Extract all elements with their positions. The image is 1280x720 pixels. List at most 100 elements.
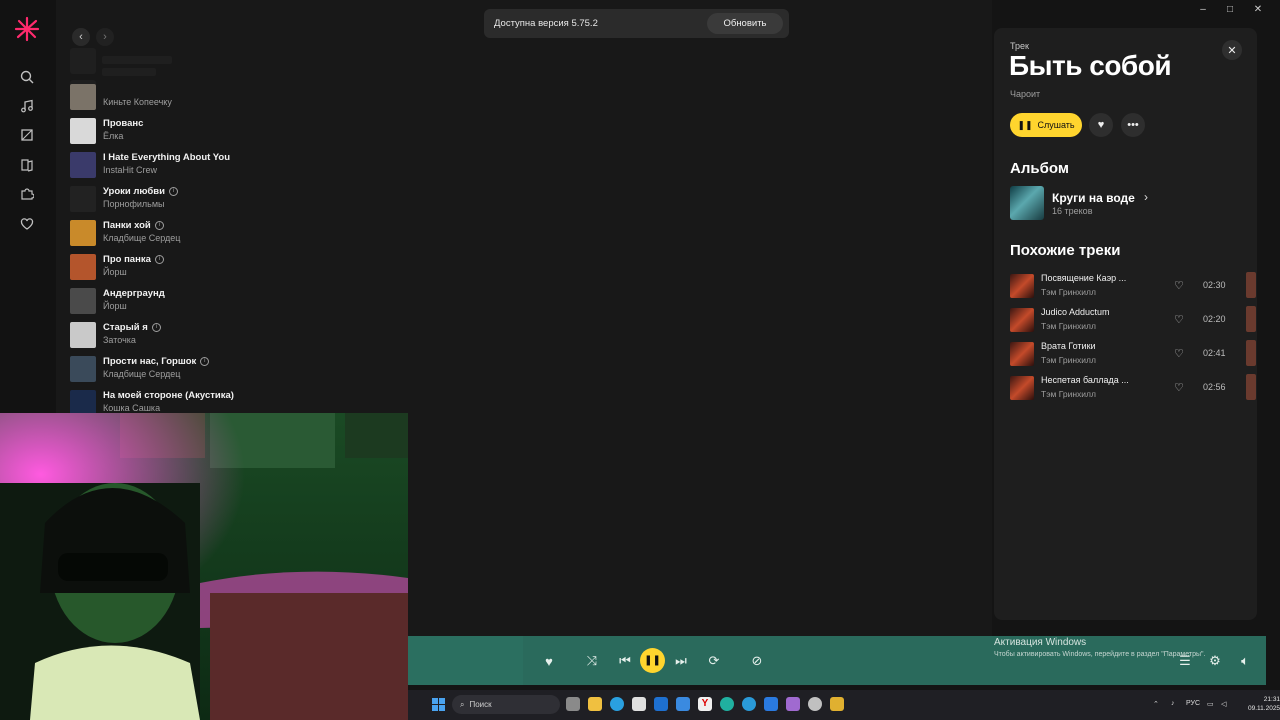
- similar-track-title[interactable]: Врата Готики: [1041, 341, 1096, 351]
- more-button[interactable]: •••: [1121, 113, 1145, 137]
- back-button[interactable]: ‹: [72, 28, 90, 46]
- heart-icon[interactable]: ♡: [1174, 313, 1184, 326]
- info-icon[interactable]: i: [200, 357, 210, 366]
- track-title[interactable]: Прости нас, Горшок i: [103, 356, 210, 367]
- track-title[interactable]: Андерграунд: [103, 288, 165, 299]
- track-title[interactable]: I Hate Everything About You: [103, 152, 230, 163]
- track-artist[interactable]: Порнофильмы: [103, 199, 164, 209]
- similar-track-cover[interactable]: [1010, 308, 1034, 332]
- track-title[interactable]: Прованс: [103, 118, 143, 129]
- similar-track-cover[interactable]: [1010, 274, 1034, 298]
- similar-track-title[interactable]: Посвящение Каэр ...: [1041, 273, 1126, 283]
- track-cover[interactable]: [70, 186, 96, 212]
- track-cover[interactable]: [70, 84, 96, 110]
- minimize-button[interactable]: –: [1196, 4, 1210, 15]
- now-playing-area[interactable]: [408, 636, 523, 685]
- maximize-button[interactable]: □: [1223, 4, 1237, 15]
- close-panel-button[interactable]: ✕: [1222, 40, 1242, 60]
- similar-track-cover[interactable]: [1010, 376, 1034, 400]
- track-artist[interactable]: InstaHit Crew: [103, 165, 157, 175]
- equalizer-icon[interactable]: ⚙: [1206, 652, 1224, 670]
- similar-track-cover[interactable]: [1010, 342, 1034, 366]
- track-artist[interactable]: Ёлка: [103, 131, 123, 141]
- podcast-book-icon[interactable]: [17, 155, 37, 175]
- similar-track-row[interactable]: Judico Adductum Тэм Гринхилл ♡ 02:20: [1010, 306, 1256, 336]
- track-title[interactable]: Панки хой i: [103, 220, 164, 231]
- info-icon[interactable]: i: [154, 255, 164, 264]
- track-row[interactable]: Прованс Ёлка: [70, 114, 390, 148]
- track-cover[interactable]: [70, 254, 96, 280]
- speaker-icon[interactable]: ◁: [1221, 700, 1226, 708]
- store-icon[interactable]: [632, 697, 646, 711]
- track-cover[interactable]: [70, 152, 96, 178]
- track-title[interactable]: Уроки любви i: [103, 186, 178, 197]
- volume-icon[interactable]: 🔈︎: [1236, 652, 1254, 670]
- track-artist[interactable]: Чароит: [1010, 89, 1040, 99]
- similar-track-row[interactable]: Посвящение Каэр ... Тэм Гринхилл ♡ 02:30: [1010, 272, 1256, 302]
- heart-icon[interactable]: ♥: [540, 652, 558, 670]
- track-row[interactable]: Андерграунд Йорш: [70, 284, 390, 318]
- track-artist[interactable]: Йорш: [103, 301, 127, 311]
- previous-icon[interactable]: ⏮: [616, 652, 634, 670]
- track-title[interactable]: Про панка i: [103, 254, 164, 265]
- media-app-icon[interactable]: [764, 697, 778, 711]
- track-row[interactable]: Старый я i Заточка: [70, 318, 390, 352]
- track-cover[interactable]: [70, 288, 96, 314]
- todo-icon[interactable]: [676, 697, 690, 711]
- file-explorer-icon[interactable]: [588, 697, 602, 711]
- track-row[interactable]: Про панка i Йорш: [70, 250, 390, 284]
- similar-track-row[interactable]: Врата Готики Тэм Гринхилл ♡ 02:41: [1010, 340, 1256, 370]
- info-icon[interactable]: i: [151, 323, 161, 332]
- tray-chevron-icon[interactable]: ⌃: [1153, 700, 1159, 708]
- next-icon[interactable]: ⏭: [672, 652, 690, 670]
- track-artist[interactable]: Кладбище Сердец: [103, 369, 180, 379]
- track-artist[interactable]: Йорш: [103, 267, 127, 277]
- mic-icon[interactable]: ♪: [1171, 700, 1175, 707]
- yandex-browser-icon[interactable]: Y: [698, 697, 712, 711]
- similar-track-title[interactable]: Judico Adductum: [1041, 307, 1110, 317]
- track-row[interactable]: Панки хой i Кладбище Сердец: [70, 216, 390, 250]
- settings-icon[interactable]: [808, 697, 822, 711]
- shuffle-icon[interactable]: ⤨: [583, 652, 601, 670]
- track-row[interactable]: Киньте Копеечку: [70, 80, 390, 114]
- search-icon[interactable]: [17, 67, 37, 87]
- heart-icon[interactable]: ♡: [1174, 347, 1184, 360]
- similar-track-artist[interactable]: Тэм Гринхилл: [1041, 355, 1096, 365]
- forward-button[interactable]: ›: [96, 28, 114, 46]
- track-cover[interactable]: [70, 356, 96, 382]
- taskbar-clock[interactable]: 21:31 09.11.2025: [1248, 695, 1280, 713]
- similar-track-row[interactable]: Неспетая баллада ... Тэм Гринхилл ♡ 02:56: [1010, 374, 1256, 404]
- repeat-icon[interactable]: ⟳: [705, 652, 723, 670]
- track-artist[interactable]: Кладбище Сердец: [103, 233, 180, 243]
- track-cover[interactable]: [70, 322, 96, 348]
- puzzle-icon[interactable]: [17, 184, 37, 204]
- track-title[interactable]: Старый яi: [103, 322, 161, 333]
- like-button[interactable]: ♥: [1089, 113, 1113, 137]
- track-cover[interactable]: [70, 220, 96, 246]
- listen-button[interactable]: ❚❚ Слушать: [1010, 113, 1082, 137]
- close-window-button[interactable]: ✕: [1251, 4, 1265, 15]
- dislike-icon[interactable]: ⊘: [748, 652, 766, 670]
- app-icon[interactable]: [786, 697, 800, 711]
- edge-icon[interactable]: [610, 697, 624, 711]
- chevron-right-icon[interactable]: ›: [1144, 190, 1148, 204]
- telegram-icon[interactable]: [742, 697, 756, 711]
- info-icon[interactable]: i: [154, 221, 164, 230]
- track-row[interactable]: Уроки любви i Порнофильмы: [70, 182, 390, 216]
- track-row[interactable]: Прости нас, Горшок i Кладбище Сердец: [70, 352, 390, 386]
- app-icon[interactable]: [830, 697, 844, 711]
- music-note-icon[interactable]: [17, 96, 37, 116]
- update-button[interactable]: Обновить: [707, 13, 783, 34]
- track-row[interactable]: I Hate Everything About You InstaHit Crew: [70, 148, 390, 182]
- track-artist[interactable]: Заточка: [103, 335, 136, 345]
- album-cover[interactable]: [1010, 186, 1044, 220]
- track-artist[interactable]: Кошка Сашка: [103, 403, 160, 413]
- collection-icon[interactable]: [17, 125, 37, 145]
- album-title[interactable]: Круги на воде: [1052, 191, 1135, 205]
- similar-track-artist[interactable]: Тэм Гринхилл: [1041, 287, 1096, 297]
- track-cover[interactable]: [70, 118, 96, 144]
- similar-track-title[interactable]: Неспетая баллада ...: [1041, 375, 1129, 385]
- taskbar-search[interactable]: ⌕ Поиск: [452, 695, 560, 714]
- similar-track-artist[interactable]: Тэм Гринхилл: [1041, 389, 1096, 399]
- track-title[interactable]: На моей стороне (Акустика): [103, 390, 234, 401]
